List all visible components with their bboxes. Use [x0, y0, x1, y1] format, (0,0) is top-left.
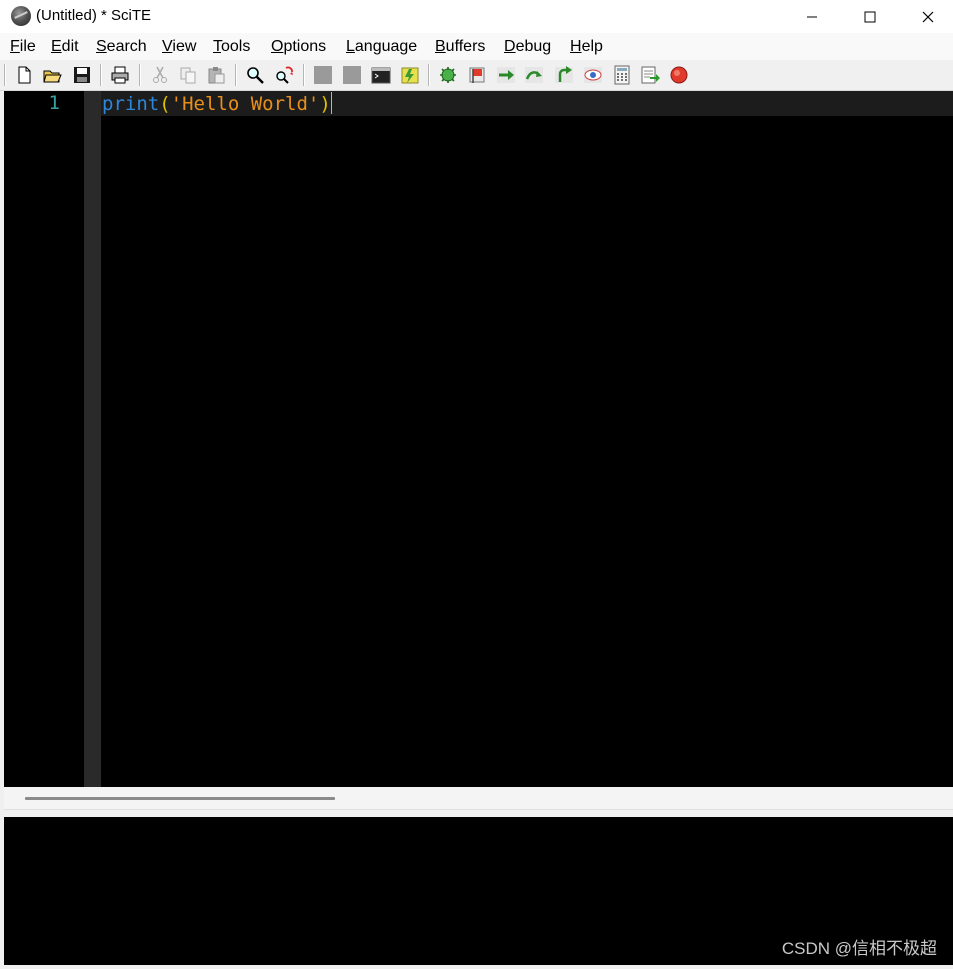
menu-options[interactable]: Options [271, 38, 326, 56]
watch-icon[interactable] [583, 65, 603, 85]
toolbar-separator [235, 64, 237, 86]
window-frame [0, 965, 953, 969]
scrollbar-thumb[interactable] [25, 797, 335, 800]
paste-icon[interactable] [206, 65, 226, 85]
replace-icon[interactable] [274, 65, 294, 85]
print-icon[interactable] [110, 65, 130, 85]
window-title: (Untitled) * SciTE [36, 7, 152, 24]
text-caret [330, 92, 332, 114]
stop-icon[interactable] [313, 65, 333, 85]
step-out-icon[interactable] [554, 65, 574, 85]
string-token: 'Hello World' [170, 93, 320, 115]
menu-language[interactable]: Language [346, 38, 417, 56]
output-icon[interactable] [640, 65, 660, 85]
terminal-icon[interactable] [371, 65, 391, 85]
build-icon[interactable] [400, 65, 420, 85]
menu-tools[interactable]: Tools [213, 38, 250, 56]
step-over-icon[interactable] [524, 65, 544, 85]
run-icon[interactable] [438, 65, 458, 85]
open-folder-icon[interactable] [42, 65, 62, 85]
close-icon [922, 11, 934, 22]
brace-token: ( [159, 93, 171, 115]
pane-splitter[interactable] [0, 809, 953, 817]
menu-help[interactable]: Help [570, 38, 603, 56]
brace-token: ) [319, 93, 331, 115]
record-icon[interactable] [669, 65, 689, 85]
line-number-margin: 1 [4, 91, 84, 787]
line-number: 1 [48, 92, 60, 114]
toolbar-separator [139, 64, 141, 86]
step-icon[interactable] [496, 65, 516, 85]
menu-edit[interactable]: Edit [51, 38, 79, 56]
toolbar-separator [100, 64, 102, 86]
menu-buffers[interactable]: Buffers [435, 38, 485, 56]
toolbar [0, 60, 953, 91]
watermark-text: CSDN @信相不极超 [781, 939, 937, 958]
copy-icon[interactable] [178, 65, 198, 85]
horizontal-scrollbar[interactable] [4, 787, 953, 809]
code-line[interactable]: print('Hello World') [102, 92, 332, 116]
save-icon[interactable] [72, 65, 92, 85]
menu-view[interactable]: View [162, 38, 196, 56]
minimize-icon [807, 16, 817, 17]
window-frame [0, 91, 4, 969]
minimize-button[interactable] [783, 0, 841, 33]
fold-margin[interactable] [84, 91, 101, 787]
find-icon[interactable] [245, 65, 265, 85]
keyword-token: print [102, 93, 160, 115]
new-file-icon[interactable] [14, 65, 34, 85]
menu-file[interactable]: File [10, 38, 36, 56]
toggle-breakpoint-icon[interactable] [467, 65, 487, 85]
close-button[interactable] [899, 0, 953, 33]
scite-app-icon [11, 6, 31, 26]
calculator-icon[interactable] [612, 65, 632, 85]
toolbar-separator [428, 64, 430, 86]
menu-debug[interactable]: Debug [504, 38, 551, 56]
menu-search[interactable]: Search [96, 38, 147, 56]
editor-pane[interactable]: 1 print('Hello World') [4, 91, 953, 787]
compile-icon[interactable] [342, 65, 362, 85]
toolbar-separator [303, 64, 305, 86]
title-bar: (Untitled) * SciTE [0, 0, 953, 33]
toolbar-separator [4, 64, 6, 86]
cut-icon[interactable] [150, 65, 170, 85]
menu-bar: File Edit Search View Tools Options Lang… [0, 33, 953, 60]
maximize-icon [864, 11, 876, 22]
maximize-button[interactable] [841, 0, 899, 33]
